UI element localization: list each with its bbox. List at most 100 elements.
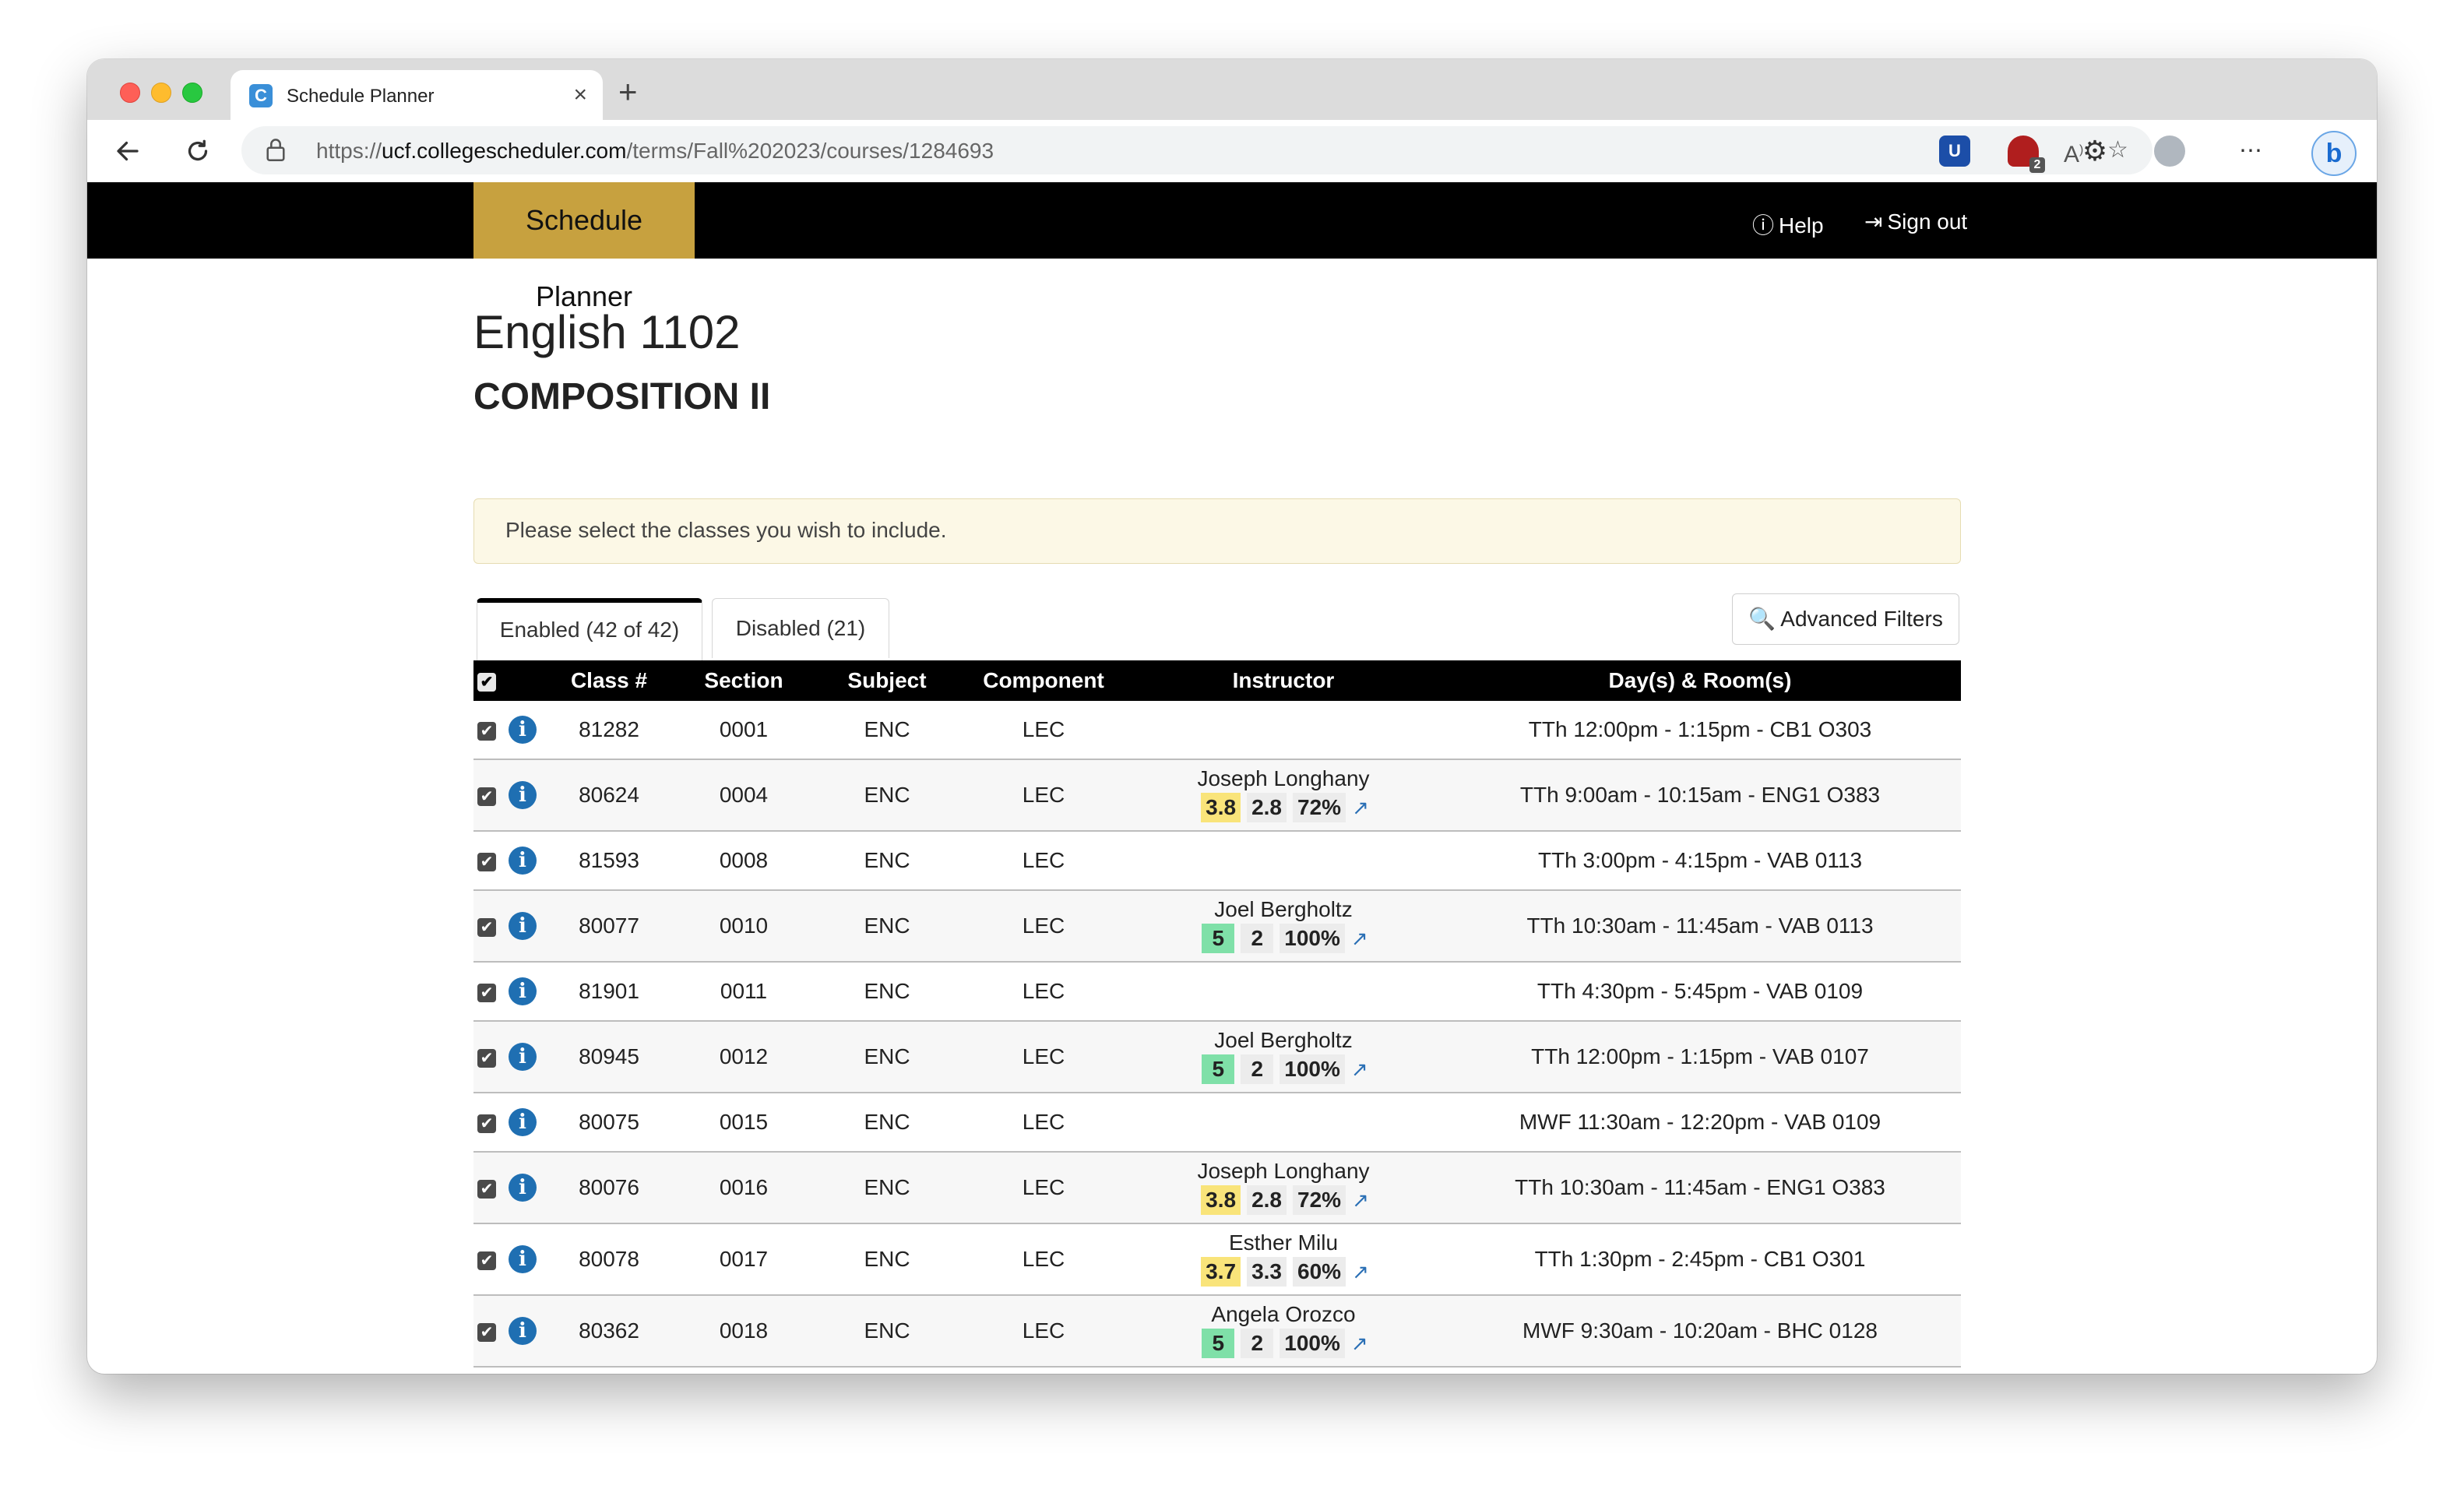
help-link[interactable]: ⓘ Help (1752, 209, 1824, 240)
col-component[interactable]: Component (959, 660, 1128, 701)
cell-instructor (1128, 701, 1439, 760)
new-tab-icon[interactable]: + (618, 75, 638, 109)
cell-subject: ENC (815, 890, 959, 963)
close-window-button[interactable] (120, 83, 140, 103)
course-name: COMPOSITION II (473, 376, 771, 417)
col-class[interactable]: Class # (545, 660, 673, 701)
row-checkbox[interactable]: ✔ (477, 721, 496, 741)
advanced-filters-button[interactable]: 🔍 Advanced Filters (1732, 593, 1959, 645)
select-all-checkbox[interactable]: ✔ (473, 660, 500, 701)
zoom-window-button[interactable] (182, 83, 202, 103)
external-link-icon[interactable]: ↗ (1351, 927, 1368, 950)
address-bar[interactable]: https://ucf.collegescheduler.com/terms/F… (241, 126, 2152, 174)
row-checkbox[interactable]: ✔ (477, 1179, 496, 1199)
col-days-rooms[interactable]: Day(s) & Room(s) (1439, 660, 1961, 701)
table-row: ✔ i 80076 0016 ENC LEC Joseph Longhany 3.8 2.8 72… (473, 1152, 1961, 1224)
info-icon[interactable]: i (509, 1043, 537, 1071)
more-menu-icon[interactable]: ⋯ (2232, 132, 2269, 170)
password-manager-icon[interactable]: U (1939, 136, 1970, 167)
browser-toolbar: https://ucf.collegescheduler.com/terms/F… (87, 120, 2377, 183)
instructor-ratings: 3.8 2.8 72% ↗ (1128, 793, 1439, 822)
tab-disabled[interactable]: Disabled (21) (712, 598, 889, 658)
zoom-search-icon: 🔍 (1748, 607, 1776, 631)
cell-section: 0011 (673, 962, 815, 1022)
tab-enabled[interactable]: Enabled (42 of 42) (477, 598, 702, 662)
cell-component: LEC (959, 962, 1128, 1022)
info-icon[interactable]: i (509, 977, 537, 1005)
ublock-icon[interactable]: 2 (2008, 136, 2045, 173)
difficulty-rating: 2.8 (1247, 1185, 1287, 1215)
row-checkbox[interactable]: ✔ (477, 852, 496, 871)
quality-rating: 5 (1202, 1329, 1235, 1358)
minimize-window-button[interactable] (151, 83, 171, 103)
row-checkbox[interactable]: ✔ (477, 787, 496, 806)
cell-instructor (1128, 1093, 1439, 1153)
table-header-row: ✔ Class # Section Subject Component Inst… (473, 660, 1961, 701)
col-instructor[interactable]: Instructor (1128, 660, 1439, 701)
cell-section: 0016 (673, 1152, 815, 1224)
take-again-rating: 60% (1293, 1257, 1346, 1287)
cell-instructor: Joseph Longhany 3.8 2.8 72% ↗ (1128, 1152, 1439, 1224)
table-row: ✔i800790019ENCLECMWF 1:30pm - 2:20pm - V… (473, 1367, 1961, 1374)
info-icon[interactable]: i (509, 912, 537, 940)
col-section[interactable]: Section (673, 660, 815, 701)
site-header: Schedule Planner ⓘ Help ⇥ Sign out (87, 182, 2377, 312)
cell-subject: ENC (815, 1021, 959, 1093)
close-tab-icon[interactable]: × (573, 81, 587, 109)
row-checkbox[interactable]: ✔ (477, 1114, 496, 1133)
info-icon[interactable]: i (509, 716, 537, 744)
cell-days-rooms: TTh 9:00am - 10:15am - ENG1 O383 (1439, 759, 1961, 832)
instructor-name: Esther Milu (1228, 1230, 1339, 1255)
reload-icon[interactable] (179, 132, 216, 170)
quality-rating: 5 (1202, 924, 1235, 953)
external-link-icon[interactable]: ↗ (1351, 1332, 1368, 1355)
info-icon[interactable]: i (509, 1245, 537, 1273)
cell-component: LEC (959, 1021, 1128, 1093)
cell-component: LEC (959, 759, 1128, 832)
cell-days-rooms: TTh 4:30pm - 5:45pm - VAB 0109 (1439, 962, 1961, 1022)
row-checkbox[interactable]: ✔ (477, 1048, 496, 1068)
cell-instructor: Angela Orozco 5 2 100% ↗ (1128, 1295, 1439, 1368)
profile-avatar[interactable] (2154, 136, 2185, 167)
cell-section: 0015 (673, 1093, 815, 1153)
external-link-icon[interactable]: ↗ (1352, 796, 1369, 819)
bing-chat-icon[interactable]: b (2311, 131, 2357, 176)
cell-subject: ENC (815, 701, 959, 760)
difficulty-rating: 2 (1241, 924, 1274, 953)
extensions-puzzle-icon[interactable]: ⚙ (2076, 132, 2114, 170)
cell-section: 0008 (673, 831, 815, 891)
cell-class-number: 81282 (545, 701, 673, 760)
cell-days-rooms: MWF 11:30am - 12:20pm - VAB 0109 (1439, 1093, 1961, 1153)
cell-section: 0012 (673, 1021, 815, 1093)
info-icon[interactable]: i (509, 1317, 537, 1345)
info-icon[interactable]: i (509, 847, 537, 875)
sections-table: ✔ Class # Section Subject Component Inst… (473, 660, 1961, 1374)
browser-tab[interactable]: C Schedule Planner × (231, 70, 603, 120)
cell-instructor: Joseph Longhany 3.8 2.8 72% ↗ (1128, 759, 1439, 832)
col-subject[interactable]: Subject (815, 660, 959, 701)
row-checkbox[interactable]: ✔ (477, 1322, 496, 1342)
external-link-icon[interactable]: ↗ (1352, 1188, 1369, 1212)
row-checkbox[interactable]: ✔ (477, 983, 496, 1002)
table-row: ✔ i 81282 0001 ENC LEC TTh 12:00pm - 1:15pm - … (473, 701, 1961, 760)
row-checkbox[interactable]: ✔ (477, 1251, 496, 1270)
signout-link[interactable]: ⇥ Sign out (1864, 209, 1967, 234)
instructor-ratings: 3.8 2.8 72% ↗ (1128, 1185, 1439, 1215)
cell-class-number: 80079 (545, 1367, 673, 1374)
difficulty-rating: 2 (1241, 1054, 1274, 1084)
back-icon[interactable] (109, 132, 146, 170)
info-icon[interactable]: i (509, 781, 537, 809)
cell-section: 0019 (673, 1367, 815, 1374)
cell-subject: ENC (815, 759, 959, 832)
instructor-name: Joel Bergholtz (1214, 897, 1353, 921)
cell-subject: ENC (815, 1093, 959, 1153)
table-row: ✔ i 80078 0017 ENC LEC Esther Milu 3.7 3.3 60% ↗ TT… (473, 1223, 1961, 1296)
info-icon[interactable]: i (509, 1174, 537, 1202)
table-row: ✔ i 81901 0011 ENC LEC TTh 4:30pm - 5:45pm - V… (473, 962, 1961, 1022)
external-link-icon[interactable]: ↗ (1352, 1260, 1369, 1283)
external-link-icon[interactable]: ↗ (1351, 1058, 1368, 1081)
info-icon[interactable]: i (509, 1108, 537, 1136)
instructor-ratings: 5 2 100% ↗ (1128, 924, 1439, 953)
brand-link[interactable]: Schedule Planner (473, 182, 695, 312)
row-checkbox[interactable]: ✔ (477, 917, 496, 937)
